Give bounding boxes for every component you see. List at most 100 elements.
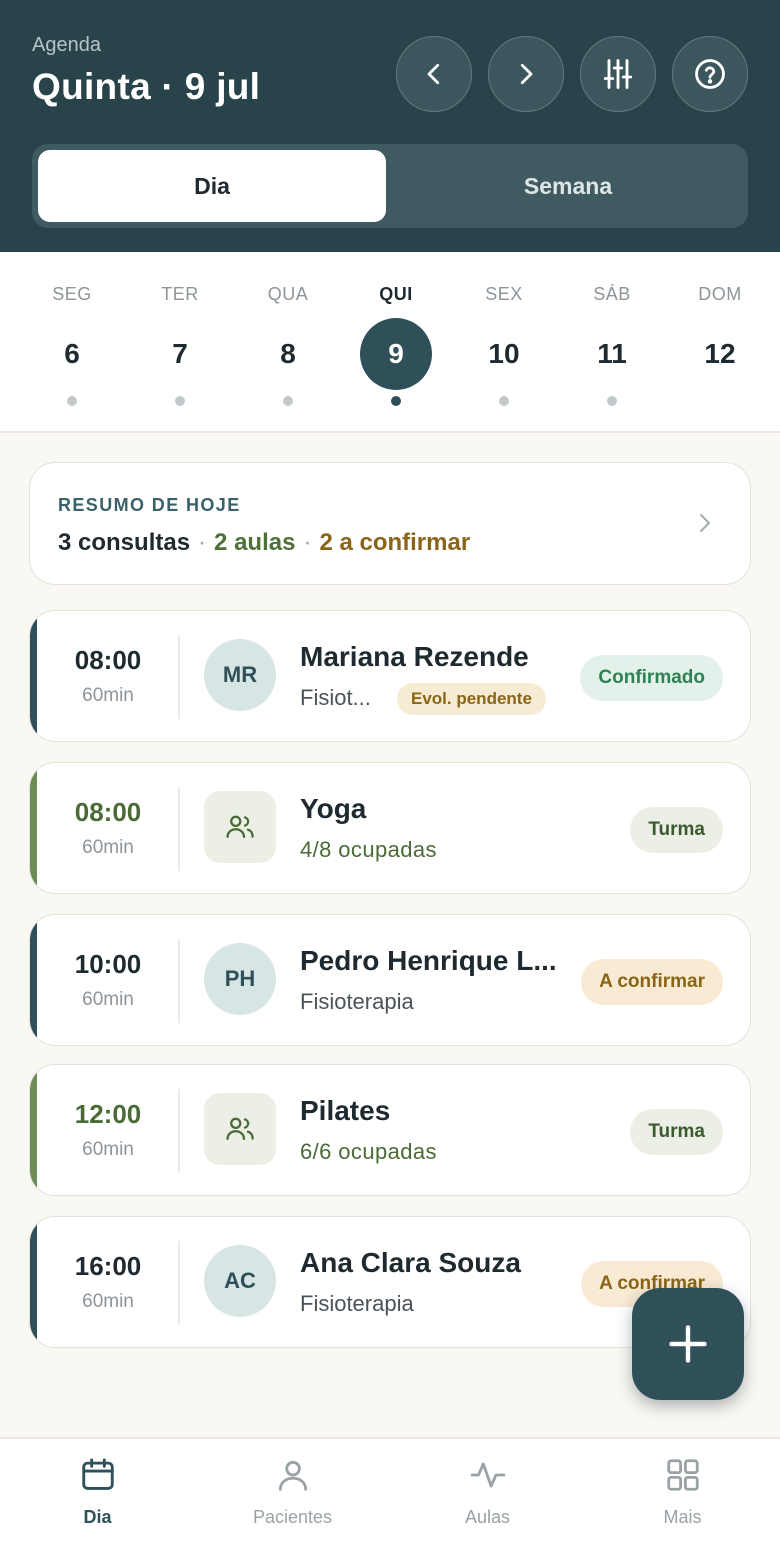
class-occupancy: 6/6 ocupadas — [300, 1139, 437, 1164]
summary-counts: 3 consultas · 2 aulas · 2 a confirmar — [58, 529, 470, 557]
app-header: Agenda Quinta · 9 jul Dia Semana — [0, 0, 780, 252]
event-indicator — [391, 396, 401, 406]
section-label: Agenda — [32, 34, 101, 56]
calendar-icon — [82, 1458, 114, 1490]
card-accent — [30, 1065, 37, 1195]
next-day-button[interactable] — [488, 36, 564, 112]
today-summary-card[interactable]: RESUMO DE HOJE 3 consultas · 2 aulas · 2 a c… — [29, 462, 751, 585]
separator: · — [303, 529, 312, 556]
group-icon — [226, 1117, 254, 1141]
divider — [178, 1241, 180, 1325]
status-badge: Turma — [630, 807, 723, 853]
card-accent — [30, 611, 37, 741]
card-accent — [30, 915, 37, 1045]
aulas-count: 2 aulas — [214, 529, 296, 556]
appointment-card[interactable]: 08:00 60min MR Mariana Rezende Fisiot...… — [29, 610, 751, 742]
day-wednesday[interactable]: QUA 8 — [238, 252, 338, 433]
help-icon — [695, 59, 725, 89]
appointment-service: Fisiot... — [300, 685, 371, 710]
class-time: 12:00 — [74, 1099, 142, 1129]
nav-label: Dia — [83, 1507, 112, 1527]
week-strip: SEG 6 TER 7 QUA 8 QUI 9 SEX 10 SÁB 11 DO… — [0, 252, 780, 433]
activity-icon — [470, 1462, 506, 1488]
filter-button[interactable] — [580, 36, 656, 112]
tab-week[interactable]: Semana — [394, 150, 742, 222]
page-title: Quinta · 9 jul — [32, 66, 261, 107]
bottom-navigation: Dia Pacientes Aulas Mais — [0, 1437, 780, 1560]
help-button[interactable] — [672, 36, 748, 112]
nav-item-classes[interactable]: Aulas — [390, 1439, 585, 1560]
class-name: Pilates — [300, 1095, 391, 1126]
avatar: AC — [204, 1245, 276, 1317]
class-card[interactable]: 12:00 60min Pilates 6/6 ocupadas Turma — [29, 1064, 751, 1196]
summary-label: RESUMO DE HOJE — [58, 495, 241, 515]
grid-icon — [667, 1459, 699, 1491]
day-sunday[interactable]: DOM 12 — [670, 252, 770, 433]
nav-label: Aulas — [464, 1507, 511, 1527]
divider — [178, 939, 180, 1023]
divider — [178, 1089, 180, 1173]
class-duration: 60min — [82, 837, 134, 858]
pending-evolution-tag: Evol. pendente — [397, 683, 546, 715]
view-toggle: Dia Semana — [32, 144, 748, 228]
event-indicator — [175, 396, 185, 406]
day-name: SEX — [485, 284, 523, 304]
nav-item-more[interactable]: Mais — [585, 1439, 780, 1560]
class-card[interactable]: 08:00 60min Yoga 4/8 ocupadas Turma — [29, 762, 751, 894]
status-badge: A confirmar — [581, 959, 723, 1005]
class-duration: 60min — [82, 1139, 134, 1160]
patient-name: Mariana Rezende — [300, 641, 529, 672]
divider — [178, 787, 180, 871]
sliders-icon — [603, 59, 633, 89]
day-number: 10 — [488, 338, 520, 369]
separator: · — [198, 529, 207, 556]
status-badge: Turma — [630, 1109, 723, 1155]
tab-day[interactable]: Dia — [38, 150, 386, 222]
appointment-time: 10:00 — [74, 949, 142, 979]
nav-item-patients[interactable]: Pacientes — [195, 1439, 390, 1560]
avatar: MR — [204, 639, 276, 711]
day-number: 7 — [172, 338, 188, 369]
day-number: 9 — [360, 318, 432, 390]
avatar: PH — [204, 943, 276, 1015]
group-icon — [226, 815, 254, 839]
class-occupancy: 4/8 ocupadas — [300, 837, 437, 862]
patient-name: Ana Clara Souza — [300, 1247, 521, 1278]
card-accent — [30, 1217, 37, 1347]
day-name: TER — [161, 284, 199, 304]
day-monday[interactable]: SEG 6 — [22, 252, 122, 433]
appointment-duration: 60min — [82, 1291, 134, 1312]
consultas-count: 3 consultas — [58, 529, 191, 556]
chevron-right-icon — [520, 63, 533, 85]
appointment-service: Fisioterapia — [300, 989, 414, 1014]
day-friday[interactable]: SEX 10 — [454, 252, 554, 433]
chevron-left-icon — [427, 63, 440, 85]
chevron-right-icon — [700, 514, 710, 532]
appointment-time: 16:00 — [74, 1251, 142, 1281]
day-number: 8 — [280, 338, 296, 369]
day-tuesday[interactable]: TER 7 — [130, 252, 230, 433]
person-icon — [278, 1460, 308, 1491]
patient-name: Pedro Henrique L... — [300, 945, 557, 976]
event-indicator — [283, 396, 293, 406]
add-button[interactable] — [632, 1288, 744, 1400]
divider — [178, 635, 180, 719]
nav-label: Pacientes — [252, 1507, 333, 1527]
day-name: QUA — [267, 284, 309, 304]
day-number: 11 — [597, 338, 627, 369]
group-avatar — [204, 791, 276, 863]
appointment-duration: 60min — [82, 685, 134, 706]
day-name: QUI — [379, 284, 413, 304]
nav-item-day[interactable]: Dia — [0, 1439, 195, 1560]
day-name: SÁB — [593, 284, 631, 304]
appointment-time: 08:00 — [74, 645, 142, 675]
day-saturday[interactable]: SÁB 11 — [562, 252, 662, 433]
pending-count: 2 a confirmar — [319, 529, 471, 556]
status-badge: Confirmado — [580, 655, 723, 701]
day-name: SEG — [52, 284, 92, 304]
previous-day-button[interactable] — [396, 36, 472, 112]
appointment-duration: 60min — [82, 989, 134, 1010]
plus-icon — [669, 1325, 707, 1363]
appointment-card[interactable]: 10:00 60min PH Pedro Henrique L... Fisio… — [29, 914, 751, 1046]
day-thursday-selected[interactable]: QUI 9 — [346, 252, 446, 433]
